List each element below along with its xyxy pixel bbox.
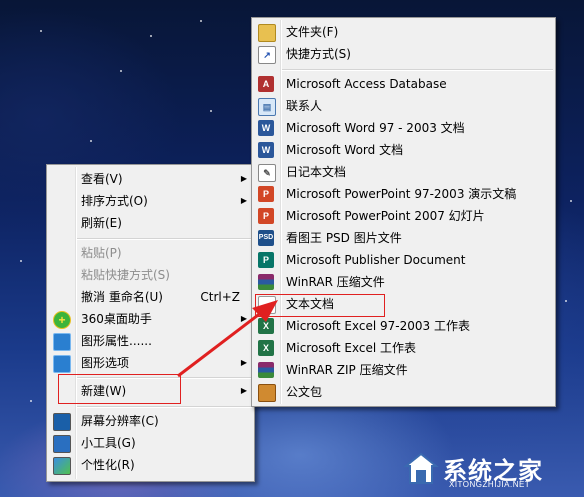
contact-icon: ▤	[258, 98, 276, 116]
menu-item-label: Microsoft Word 文档	[286, 143, 404, 157]
menu-item-label: 排序方式(O)	[81, 194, 148, 208]
submenu-arrow-icon: ▶	[240, 386, 247, 395]
menu-item-label: Microsoft Access Database	[286, 77, 447, 91]
winrar-icon	[258, 274, 274, 290]
winrar-zip-icon	[258, 362, 274, 378]
menu-item-360-desktop[interactable]: + 360桌面助手 ▶	[49, 308, 252, 330]
menu-item-label: Microsoft Excel 工作表	[286, 341, 417, 355]
new-submenu: 文件夹(F) ↗ 快捷方式(S) A Microsoft Access Data…	[251, 17, 556, 407]
menu-item-screen-resolution[interactable]: 屏幕分辨率(C)	[49, 410, 252, 432]
access-icon: A	[258, 76, 274, 92]
journal-icon: ✎	[258, 164, 276, 182]
menu-item-label: Microsoft Excel 97-2003 工作表	[286, 319, 470, 333]
menu-item-label: 查看(V)	[81, 172, 123, 186]
menu-item-sort-by[interactable]: 排序方式(O) ▶	[49, 190, 252, 212]
site-watermark: 系统之家 XITONGZHIJIA.NET	[403, 447, 578, 493]
menu-item-gadgets[interactable]: 小工具(G)	[49, 432, 252, 454]
house-logo-icon	[403, 452, 439, 484]
menu-item-label: WinRAR 压缩文件	[286, 275, 385, 289]
briefcase-icon	[258, 384, 276, 402]
new-item-highlight-box	[58, 374, 181, 404]
powerpoint-97-icon: P	[258, 186, 274, 202]
menu-item-paste[interactable]: 粘贴(P)	[49, 242, 252, 264]
menu-item-label: 图形选项	[81, 356, 130, 370]
menu-item-shortcut: Ctrl+Z	[200, 290, 240, 304]
menu-item-view[interactable]: 查看(V) ▶	[49, 168, 252, 190]
menu-item-label: 360桌面助手	[81, 312, 152, 326]
new-item-powerpoint-2007[interactable]: P Microsoft PowerPoint 2007 幻灯片	[254, 205, 553, 227]
menu-item-refresh[interactable]: 刷新(E)	[49, 212, 252, 234]
menu-item-label: 快捷方式(S)	[286, 47, 351, 61]
360-desktop-icon: +	[53, 311, 71, 329]
menu-item-label: 日记本文档	[286, 165, 347, 179]
menu-item-label: Microsoft Publisher Document	[286, 253, 466, 267]
menu-item-label: Microsoft Word 97 - 2003 文档	[286, 121, 465, 135]
new-item-briefcase[interactable]: 公文包	[254, 381, 553, 403]
desktop-context-menu: 查看(V) ▶ 排序方式(O) ▶ 刷新(E) 粘贴(P) 粘贴快捷方式(S) …	[46, 164, 255, 482]
submenu-arrow-icon: ▶	[240, 358, 247, 367]
new-item-winrar[interactable]: WinRAR 压缩文件	[254, 271, 553, 293]
menu-separator	[282, 69, 553, 71]
menu-item-paste-shortcut[interactable]: 粘贴快捷方式(S)	[49, 264, 252, 286]
new-item-word-97-2003[interactable]: W Microsoft Word 97 - 2003 文档	[254, 117, 553, 139]
new-item-contact[interactable]: ▤ 联系人	[254, 95, 553, 117]
menu-item-label: 图形属性......	[81, 334, 152, 348]
watermark-url: XITONGZHIJIA.NET	[449, 480, 531, 489]
menu-item-label: 刷新(E)	[81, 216, 122, 230]
folder-icon	[258, 24, 276, 42]
menu-item-graphics-options[interactable]: 图形选项 ▶	[49, 352, 252, 374]
submenu-arrow-icon: ▶	[240, 196, 247, 205]
menu-item-label: 撤消 重命名(U)	[81, 290, 163, 304]
new-item-excel-97-2003[interactable]: X Microsoft Excel 97-2003 工作表	[254, 315, 553, 337]
menu-item-label: 看图王 PSD 图片文件	[286, 231, 402, 245]
new-item-psd[interactable]: PSD 看图王 PSD 图片文件	[254, 227, 553, 249]
graphics-options-icon	[53, 355, 71, 373]
menu-item-label: 粘贴(P)	[81, 246, 122, 260]
menu-item-label: 文件夹(F)	[286, 25, 339, 39]
menu-item-label: Microsoft PowerPoint 97-2003 演示文稿	[286, 187, 517, 201]
menu-item-label: 小工具(G)	[81, 436, 136, 450]
menu-item-label: 公文包	[286, 385, 323, 399]
menu-item-label: 屏幕分辨率(C)	[81, 414, 159, 428]
new-item-powerpoint-97-2003[interactable]: P Microsoft PowerPoint 97-2003 演示文稿	[254, 183, 553, 205]
new-item-word[interactable]: W Microsoft Word 文档	[254, 139, 553, 161]
personalize-icon	[53, 457, 71, 475]
shortcut-icon: ↗	[258, 46, 276, 64]
menu-separator	[77, 238, 252, 240]
submenu-arrow-icon: ▶	[240, 314, 247, 323]
publisher-icon: P	[258, 252, 274, 268]
psd-icon: PSD	[258, 230, 274, 246]
menu-item-label: 联系人	[286, 99, 323, 113]
new-item-publisher[interactable]: P Microsoft Publisher Document	[254, 249, 553, 271]
excel-97-icon: X	[258, 318, 274, 334]
new-item-shortcut[interactable]: ↗ 快捷方式(S)	[254, 43, 553, 65]
gadgets-icon	[53, 435, 71, 453]
menu-item-label: 粘贴快捷方式(S)	[81, 268, 170, 282]
word-97-icon: W	[258, 120, 274, 136]
submenu-arrow-icon: ▶	[240, 174, 247, 183]
menu-item-label: 个性化(R)	[81, 458, 135, 472]
new-item-journal[interactable]: ✎ 日记本文档	[254, 161, 553, 183]
menu-item-label: Microsoft PowerPoint 2007 幻灯片	[286, 209, 485, 223]
word-icon: W	[258, 142, 274, 158]
new-item-access-database[interactable]: A Microsoft Access Database	[254, 73, 553, 95]
new-item-excel[interactable]: X Microsoft Excel 工作表	[254, 337, 553, 359]
menu-item-graphics-properties[interactable]: 图形属性......	[49, 330, 252, 352]
new-item-folder[interactable]: 文件夹(F)	[254, 21, 553, 43]
text-document-highlight-box	[255, 294, 385, 317]
excel-icon: X	[258, 340, 274, 356]
new-item-winrar-zip[interactable]: WinRAR ZIP 压缩文件	[254, 359, 553, 381]
menu-separator	[77, 406, 252, 408]
menu-item-personalize[interactable]: 个性化(R)	[49, 454, 252, 476]
screen-resolution-icon	[53, 413, 71, 431]
powerpoint-icon: P	[258, 208, 274, 224]
menu-item-label: WinRAR ZIP 压缩文件	[286, 363, 408, 377]
graphics-properties-icon	[53, 333, 71, 351]
menu-item-undo-rename[interactable]: 撤消 重命名(U) Ctrl+Z	[49, 286, 252, 308]
